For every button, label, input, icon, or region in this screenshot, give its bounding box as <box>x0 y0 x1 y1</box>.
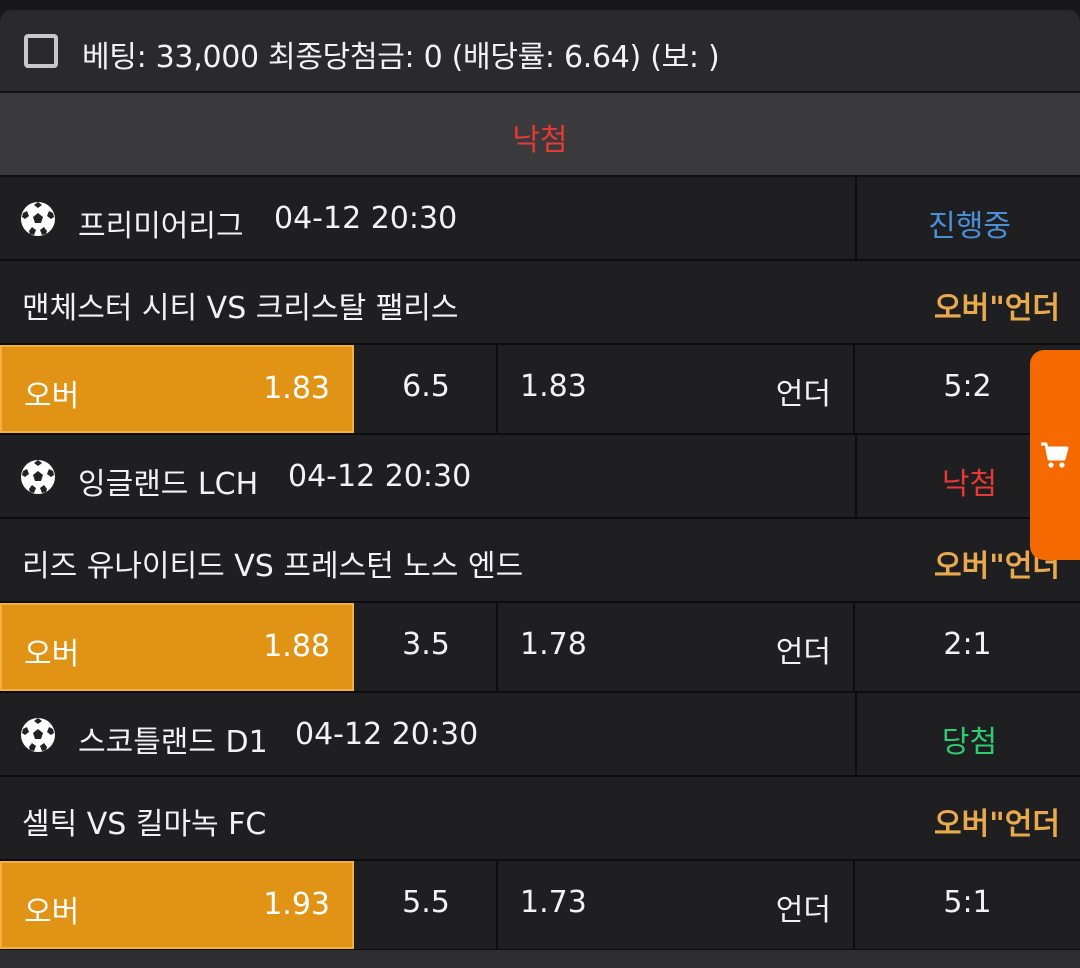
under-odds: 1.78 <box>520 627 587 662</box>
over-label: 오버 <box>24 637 80 672</box>
match-status: 진행중 <box>928 209 1011 244</box>
match-teams: 리즈 유나이티드 VS 프레스턴 노스 엔드 <box>22 549 524 584</box>
match-time: 04-12 20:30 <box>288 459 472 494</box>
league-row: 잉글랜드 LCH 04-12 20:30 낙첨 <box>0 435 1080 519</box>
over-odds: 1.83 <box>263 371 330 406</box>
bet-result-label: 낙첨 <box>512 123 568 158</box>
bottom-strip <box>0 950 1080 968</box>
odds-row: 오버 1.83 6.5 1.83 언더 5:2 <box>0 345 1080 435</box>
league-name: 프리미어리그 <box>78 209 244 244</box>
soccer-ball-icon <box>21 202 55 236</box>
over-label: 오버 <box>24 895 80 930</box>
line-cell: 3.5 <box>354 603 498 691</box>
odds-row: 오버 1.88 3.5 1.78 언더 2:1 <box>0 603 1080 693</box>
under-label: 언더 <box>775 377 831 412</box>
soccer-ball-icon <box>21 460 55 494</box>
under-odds-button[interactable]: 1.73 언더 <box>498 861 855 949</box>
over-odds-button[interactable]: 오버 1.93 <box>0 861 354 949</box>
match-row: 셀틱 VS 킬마녹 FC 오버"언더 <box>0 777 1080 861</box>
match-status-cell: 진행중 <box>855 177 1080 259</box>
league-row: 프리미어리그 04-12 20:30 진행중 <box>0 177 1080 261</box>
market-type: 오버"언더 <box>933 291 1060 326</box>
line-cell: 6.5 <box>354 345 498 433</box>
soccer-ball-icon <box>21 718 55 752</box>
under-odds: 1.83 <box>520 369 587 404</box>
line-cell: 5.5 <box>354 861 498 949</box>
handicap-line: 6.5 <box>402 369 450 404</box>
under-label: 언더 <box>775 893 831 928</box>
bet-summary: 베팅: 33,000 최종당첨금: 0 (배당률: 6.64) (보: ) <box>82 40 720 75</box>
match-teams: 셀틱 VS 킬마녹 FC <box>22 807 267 842</box>
market-type: 오버"언더 <box>933 807 1060 842</box>
match-time: 04-12 20:30 <box>274 201 458 236</box>
match-row: 맨체스터 시티 VS 크리스탈 팰리스 오버"언더 <box>0 261 1080 345</box>
score-cell: 5:1 <box>855 861 1080 949</box>
league-row: 스코틀랜드 D1 04-12 20:30 당첨 <box>0 693 1080 777</box>
top-strip <box>0 0 1080 10</box>
league-name: 스코틀랜드 D1 <box>78 725 268 760</box>
over-odds-button[interactable]: 오버 1.83 <box>0 345 354 433</box>
over-label: 오버 <box>24 379 80 414</box>
cart-tab-button[interactable] <box>1030 350 1080 560</box>
bet-result-bar: 낙첨 <box>0 93 1080 177</box>
league-name: 잉글랜드 LCH <box>78 467 259 502</box>
odds-row: 오버 1.93 5.5 1.73 언더 5:1 <box>0 861 1080 951</box>
select-bet-checkbox[interactable] <box>24 34 58 68</box>
match-teams: 맨체스터 시티 VS 크리스탈 팰리스 <box>22 291 459 326</box>
handicap-line: 5.5 <box>402 885 450 920</box>
match-status-cell: 당첨 <box>855 693 1080 775</box>
under-label: 언더 <box>775 635 831 670</box>
handicap-line: 3.5 <box>402 627 450 662</box>
under-odds-button[interactable]: 1.78 언더 <box>498 603 855 691</box>
under-odds: 1.73 <box>520 885 587 920</box>
over-odds-button[interactable]: 오버 1.88 <box>0 603 354 691</box>
over-odds: 1.88 <box>263 629 330 664</box>
bet-slip-header: 베팅: 33,000 최종당첨금: 0 (배당률: 6.64) (보: ) <box>0 10 1080 93</box>
score-cell: 2:1 <box>855 603 1080 691</box>
shopping-cart-icon <box>1041 442 1069 468</box>
match-score: 5:1 <box>943 885 992 920</box>
match-score: 2:1 <box>943 627 992 662</box>
match-status: 당첨 <box>941 725 998 760</box>
match-row: 리즈 유나이티드 VS 프레스턴 노스 엔드 오버"언더 <box>0 519 1080 603</box>
over-odds: 1.93 <box>263 887 330 922</box>
under-odds-button[interactable]: 1.83 언더 <box>498 345 855 433</box>
match-time: 04-12 20:30 <box>295 717 479 752</box>
